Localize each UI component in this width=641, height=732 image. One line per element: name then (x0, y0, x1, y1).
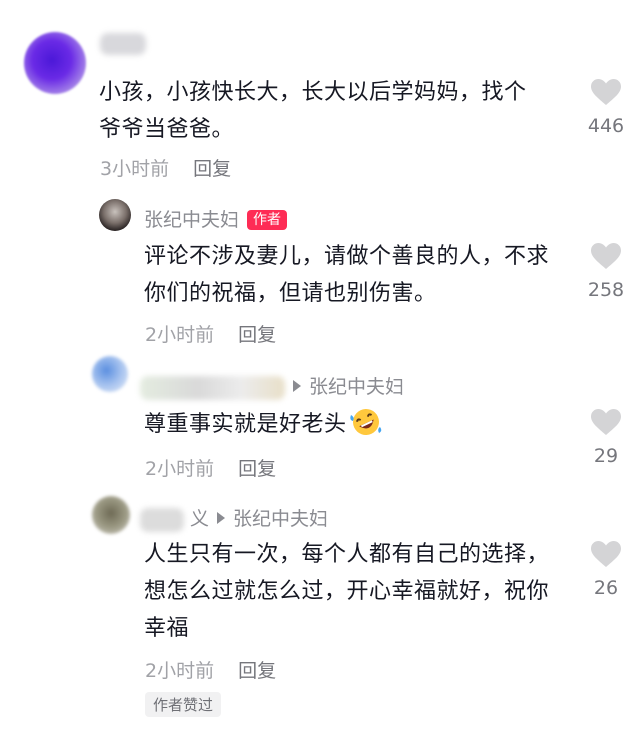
timestamp: 2小时前 (145, 324, 215, 346)
like-count: 446 (587, 115, 625, 137)
like-button[interactable]: 29 (584, 408, 628, 467)
timestamp: 2小时前 (145, 660, 215, 682)
reply-to-name[interactable]: 张纪中夫妇 (309, 376, 404, 398)
comment-meta: 2小时前 回复 (145, 656, 276, 683)
reply-button[interactable]: 回复 (238, 660, 276, 682)
comment-text: 评论不涉及妻儿，请做个善良的人，不求 你们的祝福，但请也别伤害。 (144, 244, 550, 306)
heart-icon[interactable] (590, 408, 622, 436)
username-blurred[interactable] (100, 32, 146, 55)
timestamp: 3小时前 (100, 158, 170, 180)
reply-header[interactable]: 张纪中夫妇 (140, 372, 404, 400)
author-liked-badge: 作者赞过 (145, 692, 222, 717)
like-button[interactable]: 26 (584, 540, 628, 599)
author-badge: 作者 (247, 210, 288, 230)
reply-button[interactable]: 回复 (238, 324, 276, 346)
reply-to-name[interactable]: 张纪中夫妇 (233, 508, 328, 530)
username-tail: 义 (190, 508, 210, 530)
like-count: 26 (593, 577, 619, 599)
username-blurred (140, 375, 285, 400)
heart-icon[interactable] (590, 78, 622, 106)
reply-button[interactable]: 回复 (193, 158, 231, 180)
author-avatar[interactable] (99, 199, 131, 231)
timestamp: 2小时前 (145, 458, 215, 480)
reply-header[interactable]: 义 张纪中夫妇 (140, 504, 328, 532)
reply-arrow-icon (293, 380, 301, 392)
heart-icon[interactable] (590, 540, 622, 568)
like-count: 258 (587, 279, 625, 301)
comment-meta: 2小时前 回复 (145, 454, 276, 481)
comment-text: 尊重事实就是好老头 (144, 406, 584, 449)
comment-meta: 2小时前 回复 (145, 320, 276, 347)
author-name[interactable]: 张纪中夫妇 作者 (144, 205, 288, 232)
comment-text: 小孩，小孩快长大，长大以后学妈妈，找个 爷爷当爸爸。 (99, 80, 527, 142)
reply-button[interactable]: 回复 (238, 458, 276, 480)
username-blurred (140, 507, 184, 532)
user-avatar[interactable] (24, 32, 86, 94)
rofl-emoji-icon (349, 407, 383, 449)
reply-arrow-icon (217, 512, 226, 524)
comment-1: 小孩，小孩快长大，长大以后学妈妈，找个 爷爷当爸爸。 3小时前 回复 446 (0, 0, 641, 190)
user-avatar[interactable] (92, 496, 130, 534)
comment-text: 人生只有一次，每个人都有自己的选择， 想怎么过就怎么过，开心幸福就好，祝你 幸福 (144, 542, 550, 641)
heart-icon[interactable] (590, 242, 622, 270)
like-button[interactable]: 258 (584, 242, 628, 301)
user-avatar[interactable] (92, 356, 128, 392)
comment-meta: 3小时前 回复 (100, 154, 231, 181)
like-count: 29 (593, 445, 619, 467)
like-button[interactable]: 446 (584, 78, 628, 137)
